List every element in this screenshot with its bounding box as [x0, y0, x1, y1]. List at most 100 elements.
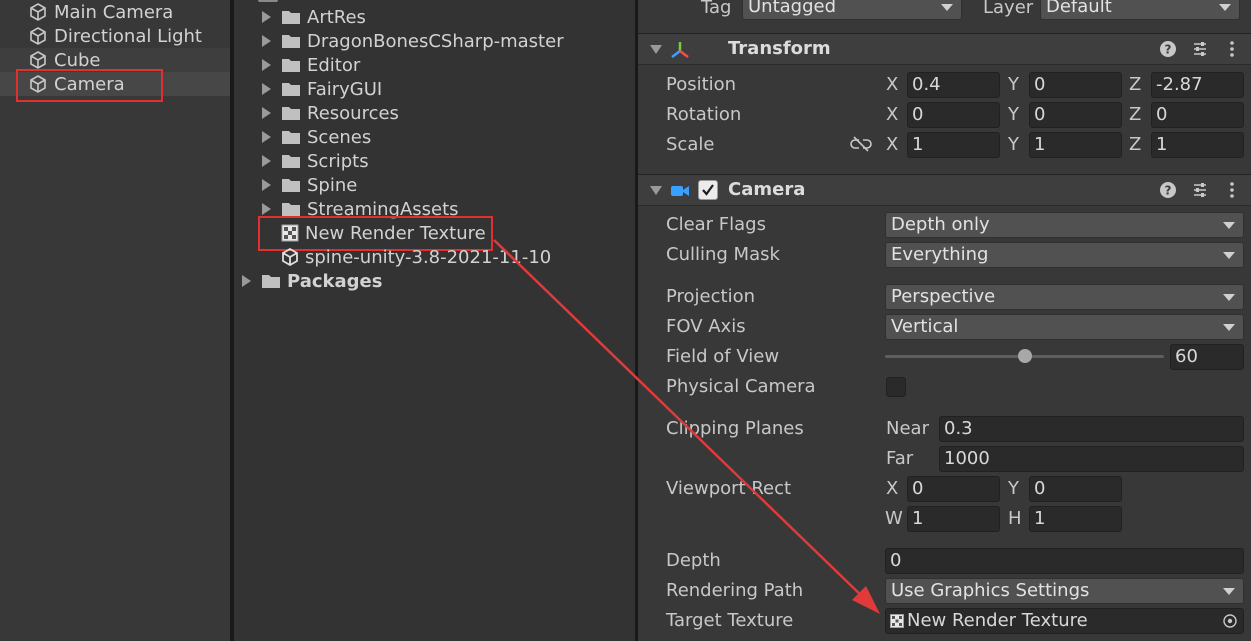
- expand-arrow-icon[interactable]: [262, 155, 271, 167]
- folder-icon: [282, 83, 300, 96]
- gameobject-cube-icon: [30, 51, 46, 69]
- folder-artres[interactable]: ArtRes: [262, 5, 366, 29]
- rotation-z-field[interactable]: 0: [1151, 102, 1244, 128]
- target-texture-field[interactable]: New Render Texture: [885, 608, 1244, 634]
- tag-dropdown[interactable]: Untagged: [742, 0, 962, 20]
- position-x-field[interactable]: 0.4: [907, 72, 1000, 98]
- chevron-down-icon: [1223, 294, 1235, 301]
- projection-dropdown[interactable]: Perspective: [885, 284, 1244, 310]
- object-picker-icon[interactable]: [1223, 614, 1237, 628]
- folder-dragonbones[interactable]: DragonBonesCSharp-master: [262, 29, 564, 53]
- more-options-icon[interactable]: [1223, 40, 1241, 58]
- viewport-x-label: X: [886, 478, 899, 499]
- expand-arrow-icon[interactable]: [262, 131, 271, 143]
- folder-label: Spine: [307, 174, 358, 196]
- position-label: Position: [666, 74, 737, 95]
- hierarchy-item-main-camera[interactable]: Main Camera: [0, 0, 230, 24]
- fov-label: Field of View: [666, 346, 780, 367]
- scale-x-field[interactable]: 1: [907, 132, 1000, 158]
- transform-title: Transform: [728, 38, 831, 59]
- folder-scripts[interactable]: Scripts: [262, 149, 369, 173]
- folder-icon: [262, 275, 280, 288]
- svg-text:?: ?: [1165, 184, 1172, 198]
- folder-scenes[interactable]: Scenes: [262, 125, 371, 149]
- expand-arrow-icon[interactable]: [262, 11, 271, 23]
- folder-editor[interactable]: Editor: [262, 53, 360, 77]
- camera-title: Camera: [728, 179, 806, 200]
- help-icon[interactable]: ?: [1159, 181, 1177, 199]
- folder-icon: [282, 179, 300, 192]
- camera-icon: [671, 186, 689, 196]
- depth-field[interactable]: 0: [885, 548, 1244, 574]
- near-field[interactable]: 0.3: [939, 416, 1244, 442]
- folder-label: Editor: [307, 54, 361, 76]
- expand-arrow-icon[interactable]: [262, 59, 271, 71]
- folder-icon: [282, 107, 300, 120]
- chevron-down-icon: [1223, 324, 1235, 331]
- far-field[interactable]: 1000: [939, 446, 1244, 472]
- foldout-arrow-icon[interactable]: [650, 45, 662, 54]
- packages-root[interactable]: Packages: [242, 269, 382, 293]
- folder-fairygui[interactable]: FairyGUI: [262, 77, 382, 101]
- unlink-icon[interactable]: [850, 136, 872, 152]
- folder-icon: [282, 35, 300, 48]
- culling-mask-dropdown[interactable]: Everything: [885, 242, 1244, 268]
- scale-y-field[interactable]: 1: [1029, 132, 1122, 158]
- folder-label: Scenes: [307, 126, 372, 148]
- folder-icon: [282, 11, 300, 24]
- viewport-y-field[interactable]: 0: [1029, 476, 1122, 502]
- hierarchy-item-label: Cube: [54, 49, 101, 71]
- hierarchy-panel: Main Camera Directional Light Cube Camer…: [0, 0, 230, 641]
- position-z-field[interactable]: -2.87: [1151, 72, 1244, 98]
- rotation-x-field[interactable]: 0: [907, 102, 1000, 128]
- expand-arrow-icon[interactable]: [262, 179, 271, 191]
- scale-z-field[interactable]: 1: [1151, 132, 1244, 158]
- folder-spine[interactable]: Spine: [262, 173, 357, 197]
- camera-header[interactable]: Camera ?: [638, 174, 1251, 206]
- scale-label: Scale: [666, 134, 715, 155]
- clipping-planes-label: Clipping Planes: [666, 418, 804, 439]
- viewport-h-label: H: [1008, 508, 1022, 529]
- viewport-x-field[interactable]: 0: [907, 476, 1000, 502]
- highlight-box-camera: [16, 69, 163, 102]
- expand-arrow-icon[interactable]: [262, 35, 271, 47]
- rotation-y-field[interactable]: 0: [1029, 102, 1122, 128]
- expand-arrow-icon[interactable]: [262, 107, 271, 119]
- rendering-path-dropdown[interactable]: Use Graphics Settings: [885, 578, 1244, 604]
- position-axis-x: X: [886, 74, 899, 95]
- viewport-y-label: Y: [1008, 478, 1019, 499]
- folder-icon: [282, 203, 300, 216]
- packages-label: Packages: [287, 270, 383, 292]
- fov-axis-dropdown[interactable]: Vertical: [885, 314, 1244, 340]
- folder-label: Scripts: [307, 150, 369, 172]
- culling-mask-label: Culling Mask: [666, 244, 780, 265]
- foldout-arrow-icon[interactable]: [650, 186, 662, 195]
- layer-dropdown[interactable]: Default: [1040, 0, 1240, 20]
- folder-icon: [282, 131, 300, 144]
- viewport-h-field[interactable]: 1: [1029, 506, 1122, 532]
- folder-label: DragonBonesCSharp-master: [307, 30, 564, 52]
- folder-resources[interactable]: Resources: [262, 101, 399, 125]
- expand-arrow-icon[interactable]: [242, 275, 251, 287]
- presets-icon[interactable]: [1191, 40, 1209, 58]
- viewport-w-field[interactable]: 1: [907, 506, 1000, 532]
- physical-camera-checkbox[interactable]: [886, 377, 906, 397]
- help-icon[interactable]: ?: [1159, 40, 1177, 58]
- clear-flags-dropdown[interactable]: Depth only: [885, 212, 1244, 238]
- position-y-field[interactable]: 0: [1029, 72, 1122, 98]
- hierarchy-item-directional-light[interactable]: Directional Light: [0, 24, 230, 48]
- viewport-rect-label: Viewport Rect: [666, 478, 792, 499]
- more-options-icon[interactable]: [1223, 181, 1241, 199]
- expand-arrow-icon[interactable]: [262, 203, 271, 215]
- transform-header[interactable]: Transform ?: [638, 33, 1251, 65]
- clear-flags-value: Depth only: [891, 214, 990, 235]
- depth-label: Depth: [666, 550, 721, 571]
- camera-enabled-checkbox[interactable]: [698, 180, 718, 200]
- asset-spine-unity-package[interactable]: spine-unity-3.8-2021-11-10: [281, 245, 551, 269]
- expand-arrow-icon[interactable]: [262, 83, 271, 95]
- svg-text:?: ?: [1165, 43, 1172, 57]
- presets-icon[interactable]: [1191, 181, 1209, 199]
- folder-icon: [282, 155, 300, 168]
- fov-value-field[interactable]: 60: [1170, 344, 1244, 370]
- fov-slider-thumb[interactable]: [1017, 349, 1032, 363]
